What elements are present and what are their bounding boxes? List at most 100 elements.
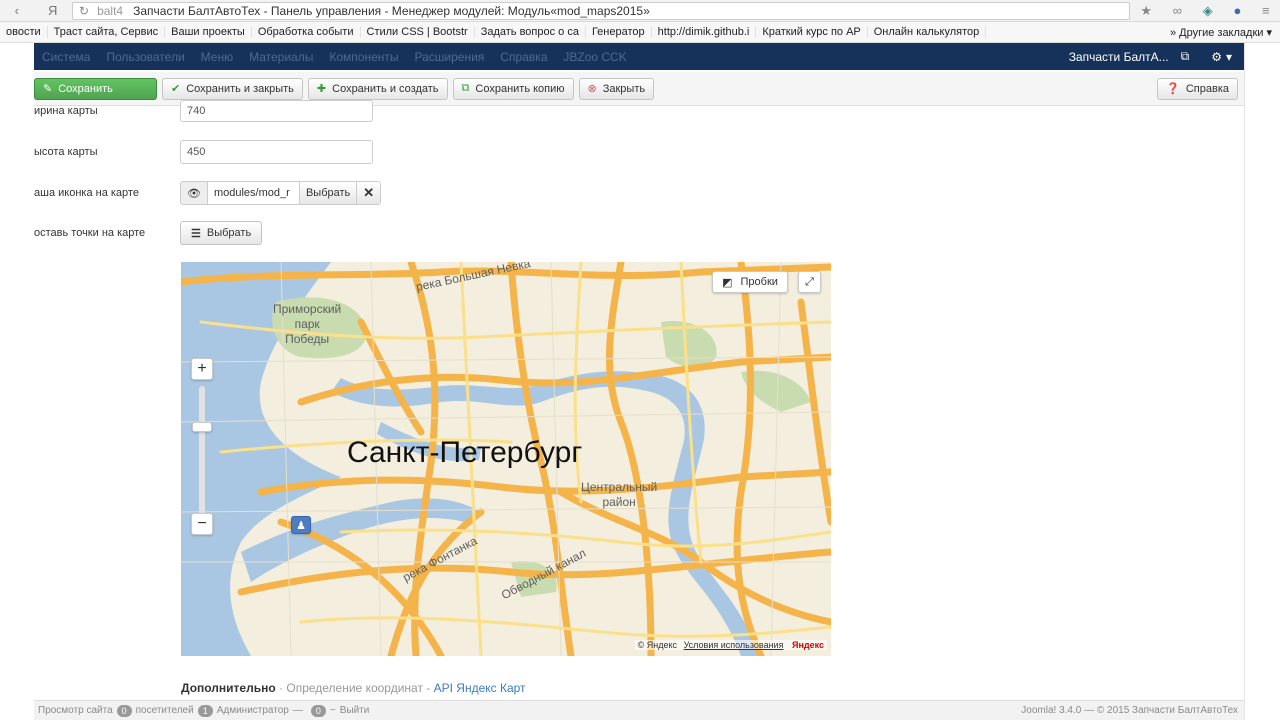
height-row: ысота карты 450 — [34, 140, 373, 164]
cancel-icon: ⊗ — [587, 83, 597, 95]
plus-icon: ✚ — [316, 83, 327, 95]
pegman-icon[interactable]: ♟ — [291, 516, 311, 534]
site-link[interactable]: Запчасти БалтА... — [1069, 50, 1169, 64]
eye-icon[interactable]: 👁 — [181, 182, 207, 204]
bookmarks-bar: овости Траст сайта, Сервис Ваши проекты … — [0, 22, 1280, 43]
map-label-district: Центральный район — [581, 480, 658, 509]
bookmark-item[interactable]: Ваши проекты — [165, 26, 252, 38]
glasses-icon[interactable]: ∞ — [1173, 3, 1182, 18]
separator: — — [292, 705, 303, 716]
points-label: оставь точки на карте — [34, 227, 146, 239]
api-link[interactable]: API Яндекс Карт — [434, 681, 526, 695]
url-host: balt4 — [97, 3, 124, 18]
bookmark-item[interactable]: Обработка событи — [252, 26, 361, 38]
yandex-icon[interactable]: Я — [48, 3, 57, 18]
star-icon[interactable]: ★ — [1140, 3, 1152, 19]
map-copyright: © Яндекс Условия использования Яндекс — [634, 640, 827, 650]
traffic-icon: ◩ — [722, 276, 733, 289]
bookmark-item[interactable]: Траст сайта, Сервис — [48, 26, 166, 38]
zoom-slider[interactable] — [199, 386, 205, 526]
clear-icon[interactable]: ✕ — [356, 182, 381, 204]
question-icon: ❓ — [1166, 83, 1180, 95]
terms-link[interactable]: Условия использования — [684, 640, 784, 650]
copy-icon: ⧉ — [461, 82, 470, 94]
nav-users[interactable]: Пользователи — [98, 50, 192, 64]
other-bookmarks[interactable]: » Другие закладки ▾ — [1162, 26, 1280, 39]
points-row: оставь точки на карте ☰ Выбрать — [34, 221, 263, 245]
external-link-icon[interactable]: ⧉ — [1181, 49, 1190, 64]
height-label: ысота карты — [34, 146, 98, 158]
minus-icon: − — [197, 515, 207, 532]
icon-label: аша иконка на карте — [34, 187, 139, 199]
icon-path-input[interactable]: modules/mod_r — [206, 182, 299, 204]
nav-help[interactable]: Справка — [492, 50, 555, 64]
save-button[interactable]: ✎ Сохранить — [34, 77, 157, 100]
save-close-label: Сохранить и закрыть — [186, 82, 294, 95]
extra-label: Дополнительно — [181, 681, 276, 695]
version-text: Joomla! 3.4.0 — © 2015 Запчасти БалтАвто… — [1021, 705, 1238, 716]
separator: - — [422, 681, 434, 695]
nav-menus[interactable]: Меню — [193, 50, 241, 64]
extension-icon[interactable]: ◈ — [1203, 3, 1213, 19]
admins-badge: 1 — [197, 704, 213, 717]
bookmark-item[interactable]: Задать вопрос о са — [475, 26, 586, 38]
right-scrollbar[interactable] — [1244, 43, 1280, 720]
zoom-in-button[interactable]: + — [191, 358, 213, 380]
logout-link[interactable]: Выйти — [340, 705, 370, 716]
yandex-map[interactable]: Приморский парк Победы река Большая Невк… — [181, 262, 831, 656]
bookmark-item[interactable]: Краткий курс по АР — [756, 26, 868, 38]
close-button[interactable]: ⊗ Закрыть — [578, 77, 655, 100]
bookmark-item[interactable]: Генератор — [586, 26, 652, 38]
height-input[interactable]: 450 — [180, 140, 373, 164]
save-new-label: Сохранить и создать — [332, 82, 439, 95]
save-copy-button[interactable]: ⧉ Сохранить копию — [452, 77, 574, 100]
back-icon[interactable]: ‹ — [15, 3, 19, 18]
other-bookmarks-label: Другие закладки — [1179, 26, 1264, 39]
visitors-badge: 0 — [116, 704, 132, 717]
nav-system[interactable]: Система — [34, 50, 98, 64]
save-new-button[interactable]: ✚ Сохранить и создать — [307, 77, 448, 100]
visitors-label: посетителей — [135, 705, 194, 716]
bookmark-item[interactable]: Стили CSS | Bootstr — [361, 26, 475, 38]
zoom-handle[interactable] — [192, 422, 212, 432]
zoom-out-button[interactable]: − — [191, 513, 213, 535]
save-close-button[interactable]: ✔ Сохранить и закрыть — [162, 77, 303, 100]
status-bar: Просмотр сайта 0 посетителей 1 Администр… — [34, 700, 1244, 720]
width-input[interactable]: 740 — [180, 100, 373, 122]
fullscreen-button[interactable]: ⤢ — [798, 271, 821, 293]
nav-components[interactable]: Компоненты — [321, 50, 406, 64]
save-label: Сохранить — [58, 82, 113, 95]
save-copy-label: Сохранить копию — [475, 82, 565, 95]
map-city-label: Санкт-Петербург — [347, 436, 583, 469]
url-field[interactable]: ↻ balt4 Запчасти БалтАвтоТех - Панель уп… — [72, 1, 1130, 20]
menu-icon[interactable]: ≡ — [1262, 3, 1270, 18]
bookmark-item[interactable]: Онлайн калькулятор — [868, 26, 987, 38]
help-button[interactable]: ❓ Справка — [1157, 77, 1238, 100]
gear-icon[interactable]: ⚙ — [1211, 50, 1222, 64]
points-select-button[interactable]: ☰ Выбрать — [180, 221, 263, 245]
list-icon: ☰ — [191, 227, 201, 240]
points-select-label: Выбрать — [206, 227, 252, 239]
nav-jbzoo[interactable]: JBZoo CCK — [555, 50, 634, 64]
nav-extensions[interactable]: Расширения — [407, 50, 493, 64]
bookmark-item[interactable]: http://dimik.github.i — [652, 26, 757, 38]
icon-select-button[interactable]: Выбрать — [298, 182, 357, 204]
browser-address-bar: ‹ Я ↻ balt4 Запчасти БалтАвтоТех - Панел… — [0, 0, 1280, 22]
caret-down-icon[interactable]: ▾ — [1226, 50, 1232, 64]
yandex-logo[interactable]: Яндекс — [792, 640, 824, 650]
close-label: Закрыть — [602, 82, 646, 95]
plus-icon: + — [197, 360, 207, 377]
extra-links: Дополнительно · Определение координат - … — [181, 681, 526, 695]
edit-icon: ✎ — [43, 83, 53, 95]
view-site-link[interactable]: Просмотр сайта — [38, 705, 113, 716]
check-icon: ✔ — [171, 83, 181, 95]
coords-link[interactable]: Определение координат — [286, 681, 423, 695]
bookmark-item[interactable]: овости — [0, 26, 48, 38]
width-label: ирина карты — [34, 105, 98, 117]
globe-icon[interactable]: ● — [1233, 3, 1241, 18]
nav-content[interactable]: Материалы — [241, 50, 321, 64]
reload-icon[interactable]: ↻ — [79, 4, 89, 18]
traffic-button[interactable]: ◩ Пробки — [712, 271, 788, 293]
left-gutter — [0, 43, 34, 720]
admin-navbar: Система Пользователи Меню Материалы Комп… — [34, 43, 1244, 70]
